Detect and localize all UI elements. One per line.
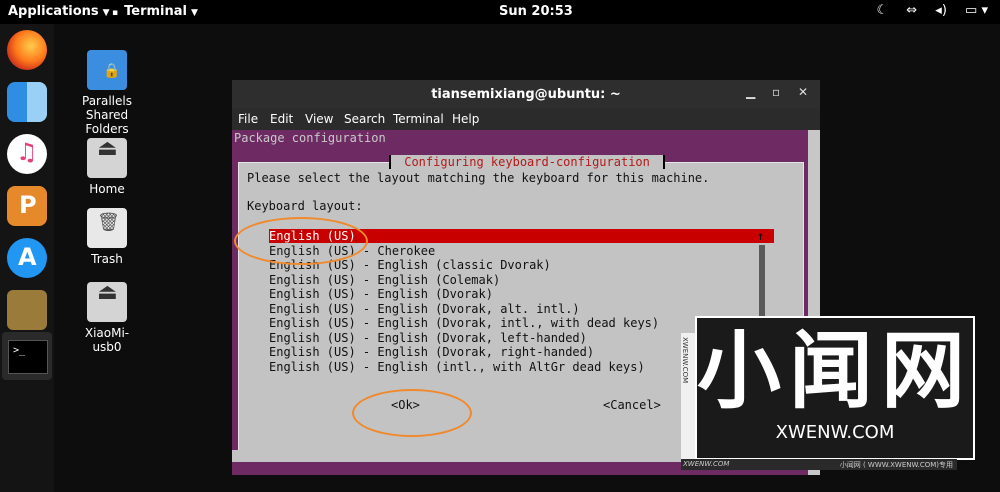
terminal-icon: >_ xyxy=(8,340,48,374)
menu-file[interactable]: File xyxy=(238,112,258,126)
watermark-logo-text: 小闻网 xyxy=(697,322,974,420)
battery-icon: ▭ ▾ xyxy=(965,3,988,18)
terminal-small-icon: ▪ xyxy=(112,8,119,18)
desktop-icon-home[interactable]: Home xyxy=(62,138,152,196)
keyboard-layout-label: Keyboard layout: xyxy=(247,199,363,213)
folder-lock-icon xyxy=(87,50,127,90)
menu-help[interactable]: Help xyxy=(452,112,479,126)
volume-icon: ◂) xyxy=(935,3,947,18)
app-store-icon[interactable] xyxy=(7,238,47,278)
desktop-icon-label: Parallels Shared Folders xyxy=(82,94,132,136)
dialog-prompt: Please select the layout matching the ke… xyxy=(247,171,710,185)
close-icon[interactable]: ✕ xyxy=(798,85,808,99)
list-item[interactable]: English (US) - English (Dvorak) xyxy=(269,287,774,301)
installer-icon[interactable] xyxy=(7,290,47,330)
desktop-icon-parallels-shared-folders[interactable]: Parallels Shared Folders xyxy=(62,50,152,136)
dock-terminal-active[interactable]: >_ xyxy=(2,332,52,380)
list-item[interactable]: English (US) - English (classic Dvorak) xyxy=(269,258,774,272)
firefox-icon[interactable] xyxy=(7,30,47,70)
menu-search[interactable]: Search xyxy=(344,112,385,126)
terminal-app-menu[interactable]: ▪ Terminal ▼ xyxy=(112,4,198,19)
desktop-icon-xiaomi-usb0[interactable]: XiaoMi- usb0 xyxy=(62,282,152,354)
trash-icon xyxy=(87,208,127,248)
watermark-bottom-strip: XWENW.COM 小闻网 ( WWW.XWENW.COM)专用 xyxy=(681,459,957,470)
desktop-icon-label: XiaoMi- usb0 xyxy=(84,326,130,354)
window-title: tiansemixiang@ubuntu: ~ xyxy=(431,87,621,102)
annotation-circle-english-us xyxy=(234,217,368,265)
dialog-title: Configuring keyboard-configuration xyxy=(389,155,666,169)
menu-view[interactable]: View xyxy=(305,112,333,126)
menu-bar: File Edit View Search Terminal Help xyxy=(232,108,820,130)
package-configuration-header: Package configuration xyxy=(234,131,386,145)
clock[interactable]: Sun 20:53 xyxy=(499,4,573,19)
network-icon: ⇔ xyxy=(906,3,918,18)
maximize-icon[interactable]: ▫ xyxy=(772,85,780,99)
moon-icon: ☾ xyxy=(876,3,889,18)
watermark-url: XWENW.COM xyxy=(775,422,895,443)
drive-icon xyxy=(87,138,127,178)
pages-icon[interactable] xyxy=(7,186,47,226)
list-item[interactable]: English (US) - English (Dvorak, alt. int… xyxy=(269,302,774,316)
watermark-bottom-right: 小闻网 ( WWW.XWENW.COM)专用 xyxy=(839,461,953,469)
chevron-down-icon: ▼ xyxy=(190,8,198,18)
watermark-bottom-left: XWENW.COM xyxy=(683,460,730,468)
system-tray[interactable]: ☾ ⇔ ◂) ▭ ▾ xyxy=(862,3,988,18)
minimize-icon[interactable]: ▁ xyxy=(746,85,755,99)
top-bar: Applications ▼ ▪ Terminal ▼ Sun 20:53 ☾ ⇔ ◂… xyxy=(0,0,1000,24)
menu-terminal[interactable]: Terminal xyxy=(393,112,444,126)
finder-icon[interactable] xyxy=(7,82,47,122)
terminal-app-label: Terminal xyxy=(124,4,187,19)
chevron-down-icon: ▼ xyxy=(102,8,110,18)
scroll-up-arrow-icon[interactable]: ↑ xyxy=(757,229,764,243)
window-titlebar[interactable]: tiansemixiang@ubuntu: ~ ▁ ▫ ✕ xyxy=(232,80,820,108)
cancel-button[interactable]: <Cancel> xyxy=(603,398,661,412)
itunes-icon[interactable] xyxy=(7,134,47,174)
list-item[interactable]: English (US) - English (Colemak) xyxy=(269,273,774,287)
desktop-icon-label: Home xyxy=(89,182,125,196)
annotation-circle-ok xyxy=(352,389,472,437)
menu-edit[interactable]: Edit xyxy=(270,112,293,126)
desktop-icon-label: Trash xyxy=(91,252,123,266)
applications-label: Applications xyxy=(8,4,99,19)
watermark-box: 小闻网 XWENW.COM xyxy=(695,316,975,460)
watermark-side-stripe: XWENW.COM xyxy=(681,333,695,459)
watermark-side-text: XWENW.COM xyxy=(681,337,689,384)
applications-menu[interactable]: Applications ▼ xyxy=(8,4,110,19)
desktop-icon-trash[interactable]: Trash xyxy=(62,208,152,266)
dock: >_ xyxy=(0,24,54,492)
drive-icon xyxy=(87,282,127,322)
